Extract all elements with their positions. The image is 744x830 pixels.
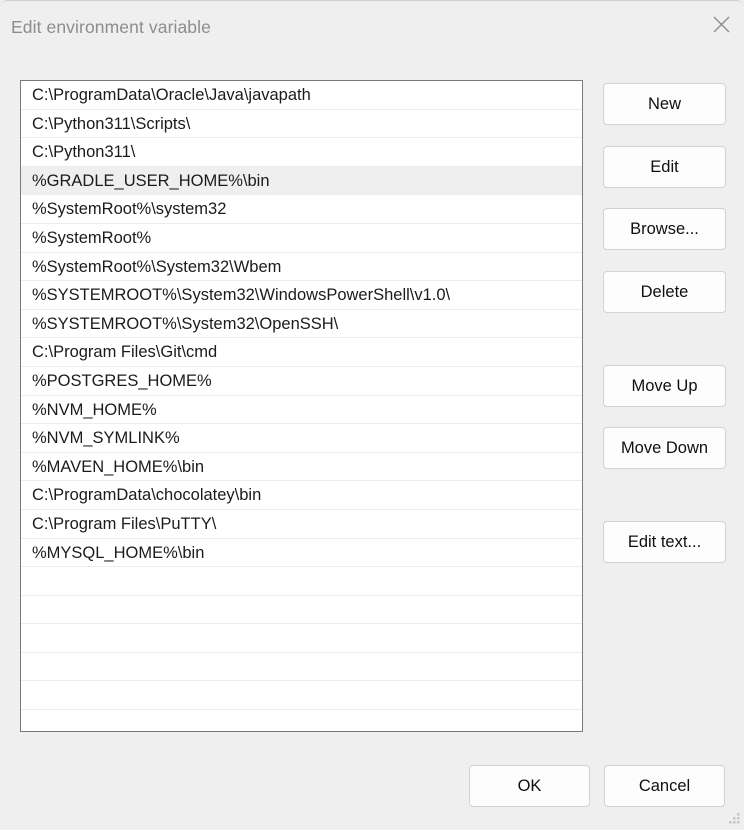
list-item[interactable]: %SystemRoot% bbox=[21, 224, 582, 253]
list-item[interactable]: %POSTGRES_HOME% bbox=[21, 367, 582, 396]
browse-button[interactable]: Browse... bbox=[603, 208, 726, 250]
page-title: Edit environment variable bbox=[11, 17, 211, 38]
list-item-empty[interactable] bbox=[21, 596, 582, 625]
close-button[interactable] bbox=[698, 2, 744, 46]
list-item[interactable]: %SystemRoot%\System32\Wbem bbox=[21, 253, 582, 282]
list-item[interactable]: %SYSTEMROOT%\System32\OpenSSH\ bbox=[21, 310, 582, 339]
cancel-button[interactable]: Cancel bbox=[604, 765, 725, 807]
list-item[interactable]: C:\Python311\Scripts\ bbox=[21, 110, 582, 139]
list-item[interactable]: C:\Program Files\Git\cmd bbox=[21, 338, 582, 367]
list-item[interactable]: %SYSTEMROOT%\System32\WindowsPowerShell\… bbox=[21, 281, 582, 310]
list-item[interactable]: %NVM_SYMLINK% bbox=[21, 424, 582, 453]
move-down-button[interactable]: Move Down bbox=[603, 427, 726, 469]
path-entry-list[interactable]: C:\ProgramData\Oracle\Java\javapathC:\Py… bbox=[20, 80, 583, 732]
delete-button[interactable]: Delete bbox=[603, 271, 726, 313]
ok-button[interactable]: OK bbox=[469, 765, 590, 807]
list-item-empty[interactable] bbox=[21, 653, 582, 682]
list-item[interactable]: %SystemRoot%\system32 bbox=[21, 195, 582, 224]
list-item[interactable]: %GRADLE_USER_HOME%\bin bbox=[21, 167, 582, 196]
list-item[interactable]: C:\ProgramData\Oracle\Java\javapath bbox=[21, 81, 582, 110]
edit-text-button[interactable]: Edit text... bbox=[603, 521, 726, 563]
list-item[interactable]: %MYSQL_HOME%\bin bbox=[21, 539, 582, 568]
list-item[interactable]: C:\Program Files\PuTTY\ bbox=[21, 510, 582, 539]
list-item[interactable]: C:\Python311\ bbox=[21, 138, 582, 167]
move-up-button[interactable]: Move Up bbox=[603, 365, 726, 407]
edit-button[interactable]: Edit bbox=[603, 146, 726, 188]
edit-environment-variable-dialog: Edit environment variable C:\ProgramData… bbox=[0, 0, 744, 828]
new-button[interactable]: New bbox=[603, 83, 726, 125]
list-item-empty[interactable] bbox=[21, 624, 582, 653]
title-bar: Edit environment variable bbox=[0, 1, 744, 57]
close-icon bbox=[712, 15, 731, 34]
list-item[interactable]: %NVM_HOME% bbox=[21, 396, 582, 425]
list-item[interactable]: C:\ProgramData\chocolatey\bin bbox=[21, 481, 582, 510]
list-item-empty[interactable] bbox=[21, 681, 582, 710]
resize-grip[interactable] bbox=[728, 812, 741, 825]
list-item-empty[interactable] bbox=[21, 567, 582, 596]
list-item[interactable]: %MAVEN_HOME%\bin bbox=[21, 453, 582, 482]
